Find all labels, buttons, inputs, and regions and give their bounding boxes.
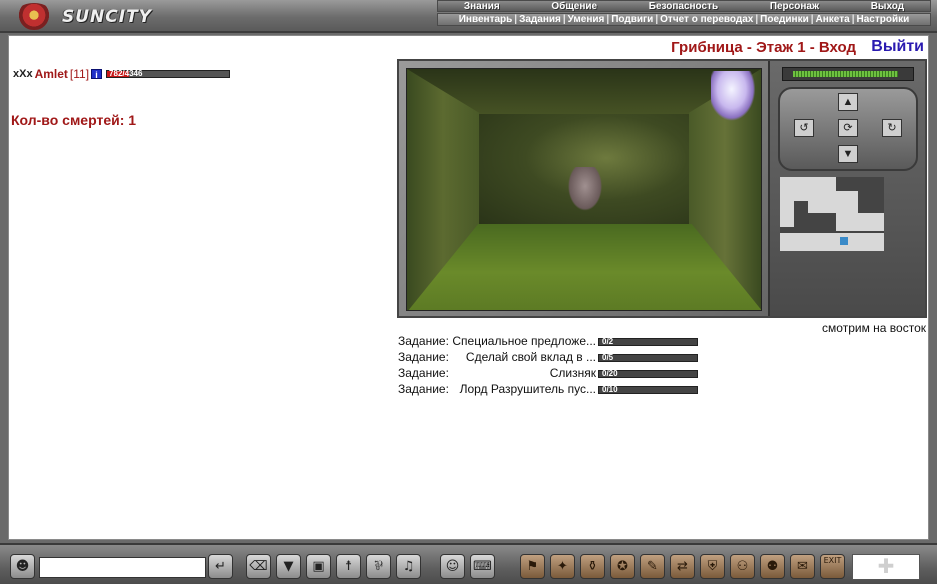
exchange-icon[interactable]: ⇄ — [670, 554, 695, 579]
exit-link[interactable]: Выйти — [871, 38, 924, 56]
hp-text: 782/4346 — [109, 69, 143, 78]
group-icon[interactable]: ⚉ — [760, 554, 785, 579]
turn-right-icon[interactable]: ↻ — [882, 119, 902, 137]
task-progress-text: 0/10 — [602, 385, 618, 394]
minimap-cell — [808, 177, 836, 213]
minimap-cell — [780, 177, 808, 201]
task-row[interactable]: Задание: Слизняк 0/20 — [398, 366, 698, 382]
task-progress-bar: 0/20 — [598, 369, 698, 378]
energy-bar-fill — [793, 71, 899, 77]
subnav-achievements[interactable]: Подвиги — [611, 14, 653, 25]
minimap — [780, 177, 884, 251]
info-icon[interactable]: i — [91, 69, 103, 80]
nav-logout[interactable]: Выход — [871, 1, 904, 12]
player-name[interactable]: Amlet — [35, 67, 68, 81]
minimap-cell — [780, 201, 794, 227]
subnav-settings[interactable]: Настройки — [857, 14, 910, 25]
clan-icon[interactable]: xXx — [13, 68, 33, 80]
task-label: Задание: — [398, 366, 449, 380]
location-title: Грибница - Этаж 1 - Вход — [671, 39, 856, 56]
chat-filter-icon[interactable]: ▼ — [276, 554, 301, 579]
minimap-cell — [780, 233, 884, 251]
bottom-toolbar: ☻ ↵ ⌫ ▼ ▣ ☨ ⅌ ♫ ☺ ⌨ ⚑ ✦ ⚱ ✪ ✎ ⇄ ⛨ ⚇ ⚉ ✉ … — [0, 543, 937, 584]
nav-knowledge[interactable]: Знания — [464, 1, 500, 12]
nav-communication[interactable]: Общение — [551, 1, 597, 12]
task-progress-bar: 0/10 — [598, 385, 698, 394]
smiley-icon[interactable]: ☺ — [440, 554, 465, 579]
puzzle-icon[interactable]: ✚ — [852, 554, 920, 580]
task-row[interactable]: Задание: Сделай свой вклад в ... 0/5 — [398, 350, 698, 366]
sub-nav: Инвентарь | Задания | Умения | Подвиги | Отчет о… — [437, 13, 931, 26]
player-info: xXx Amlet [11] i 782/4346 — [13, 66, 231, 82]
navigation-panel: ▲ ↺ ↻ ⟳ ▼ — [768, 61, 925, 316]
top-nav: Знания Общение Безопасность Персонаж Вых… — [437, 0, 931, 12]
friends-icon[interactable]: ⚇ — [730, 554, 755, 579]
private-line-icon[interactable]: ⅌ — [366, 554, 391, 579]
subnav-quests[interactable]: Задания — [519, 14, 561, 25]
armor-icon[interactable]: ⛨ — [700, 554, 725, 579]
subnav-transfers[interactable]: Отчет о переводах — [660, 14, 753, 25]
glowing-mushroom — [711, 71, 757, 123]
sound-icon[interactable]: ♫ — [396, 554, 421, 579]
scroll-icon[interactable]: ✎ — [640, 554, 665, 579]
death-count: Кол-во смертей: 1 — [11, 112, 137, 128]
nav-character[interactable]: Персонаж — [770, 1, 819, 12]
city-emblem-icon — [14, 3, 54, 30]
player-position-icon — [840, 237, 848, 245]
subnav-inventory[interactable]: Инвентарь — [459, 14, 513, 25]
magic-icon[interactable]: ✦ — [550, 554, 575, 579]
nav-security[interactable]: Безопасность — [649, 1, 718, 12]
subnav-skills[interactable]: Умения — [568, 14, 605, 25]
task-name[interactable]: Специальное предложе... — [452, 334, 596, 348]
look-direction: смотрим на восток — [822, 321, 926, 335]
task-label: Задание: — [398, 334, 449, 348]
task-name[interactable]: Сделай свой вклад в ... — [466, 350, 596, 364]
suncity-logo[interactable]: SUNCITY — [6, 1, 156, 31]
task-label: Задание: — [398, 382, 449, 396]
arrow-up-icon[interactable]: ▲ — [838, 93, 858, 111]
spider-creature[interactable] — [565, 167, 605, 215]
energy-bar — [782, 67, 914, 81]
task-list: Задание: Специальное предложе... 0/2 Зад… — [398, 334, 698, 398]
messages-icon[interactable]: ✉ — [790, 554, 815, 579]
minimap-cell — [836, 191, 858, 213]
task-label: Задание: — [398, 350, 449, 364]
subnav-fights[interactable]: Поединки — [760, 14, 809, 25]
exit-icon[interactable]: EXIT — [820, 554, 845, 579]
minimap-cell — [836, 213, 884, 231]
logo-text: SUNCITY — [62, 7, 152, 27]
arrow-down-icon[interactable]: ▼ — [838, 145, 858, 163]
translit-icon[interactable]: ⌨ — [470, 554, 495, 579]
task-progress-bar: 0/5 — [598, 353, 698, 362]
send-message-icon[interactable]: ↵ — [208, 554, 233, 579]
top-bar: SUNCITY Знания Общение Безопасность Перс… — [0, 0, 937, 33]
task-name[interactable]: Лорд Разрушитель пус... — [460, 382, 596, 396]
task-row[interactable]: Задание: Специальное предложе... 0/2 — [398, 334, 698, 350]
run-icon[interactable]: ☨ — [336, 554, 361, 579]
treasure-icon[interactable]: ✪ — [610, 554, 635, 579]
turn-left-icon[interactable]: ↺ — [794, 119, 814, 137]
chat-input[interactable] — [39, 557, 206, 578]
save-log-icon[interactable]: ▣ — [306, 554, 331, 579]
clear-chat-icon[interactable]: ⌫ — [246, 554, 271, 579]
bag-icon[interactable]: ⚱ — [580, 554, 605, 579]
task-progress-text: 0/5 — [602, 353, 614, 362]
dungeon-view-frame: ▲ ↺ ↻ ⟳ ▼ — [397, 59, 927, 318]
task-progress-text: 0/20 — [602, 369, 618, 378]
task-progress-bar: 0/2 — [598, 337, 698, 346]
chat-mode-icon[interactable]: ☻ — [10, 554, 35, 579]
task-progress-text: 0/2 — [602, 337, 614, 346]
task-name[interactable]: Слизняк — [550, 366, 596, 380]
main-panel: Грибница - Этаж 1 - Вход Выйти xXx Amlet… — [8, 35, 929, 540]
clan-icon-button[interactable]: ⚑ — [520, 554, 545, 579]
hp-bar: 782/4346 — [106, 69, 231, 78]
player-level: [11] — [69, 67, 90, 81]
refresh-icon[interactable]: ⟳ — [838, 119, 858, 137]
movement-compass: ▲ ↺ ↻ ⟳ ▼ — [778, 87, 918, 171]
task-row[interactable]: Задание: Лорд Разрушитель пус... 0/10 — [398, 382, 698, 398]
subnav-profile[interactable]: Анкета — [816, 14, 850, 25]
dungeon-scene[interactable] — [406, 68, 762, 311]
